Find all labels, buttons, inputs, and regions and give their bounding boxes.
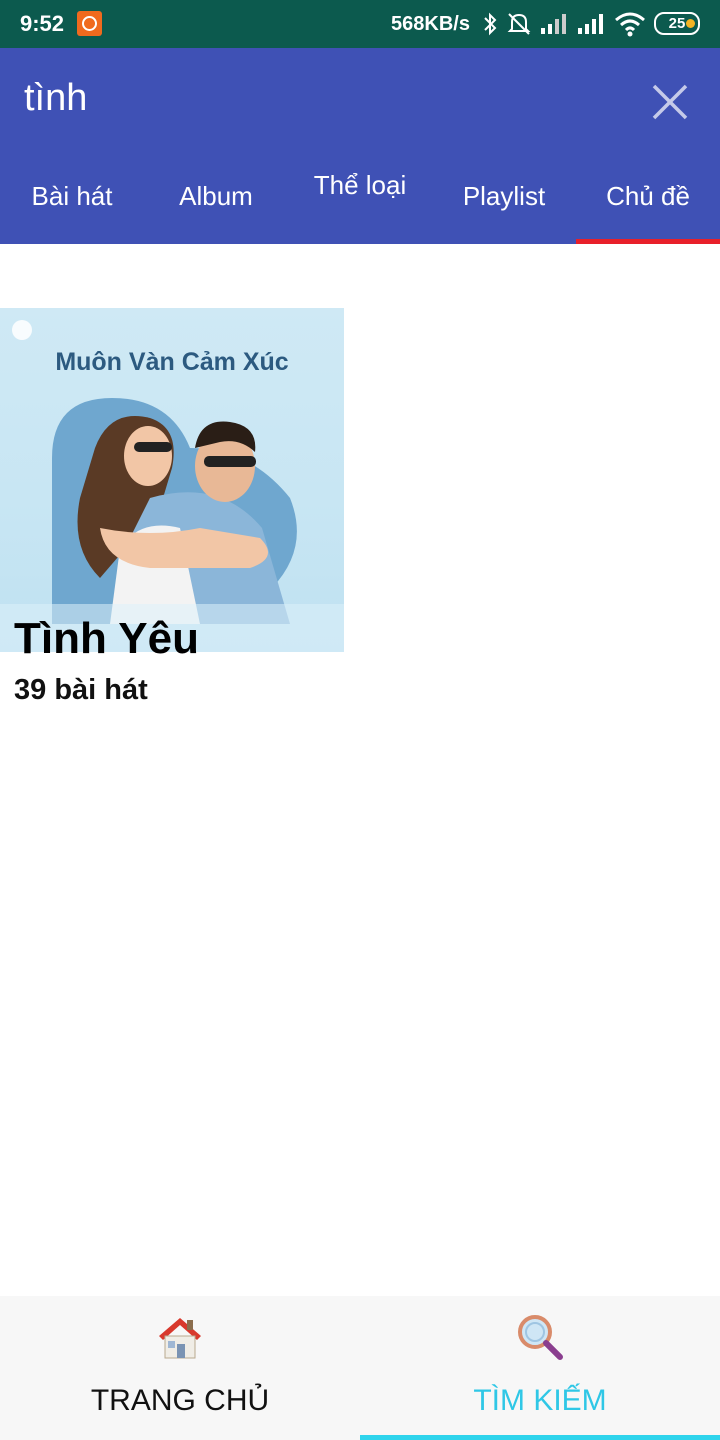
network-speed: 568KB/s xyxy=(391,13,470,35)
topic-cover-image: Muôn Vàn Cảm Xúc xyxy=(0,308,344,652)
nav-search-label: TÌM KIẾM xyxy=(473,1384,607,1417)
search-header: tình Bài hát Album Thể loại Playlist Chủ… xyxy=(0,48,720,244)
status-bar: 9:52 568KB/s 25 xyxy=(0,0,720,48)
nav-home-label: TRANG CHỦ xyxy=(90,1384,270,1417)
tab-label: Thể loại xyxy=(313,170,407,200)
nav-active-indicator xyxy=(360,1435,720,1440)
tab-label: Album xyxy=(179,181,253,211)
tab-songs[interactable]: Bài hát xyxy=(0,156,144,244)
bottom-navigation: TRANG CHỦ TÌM KIẾM xyxy=(0,1296,720,1440)
mute-bell-icon xyxy=(507,13,531,35)
cover-title: Muôn Vàn Cảm Xúc xyxy=(55,348,289,376)
status-time: 9:52 xyxy=(20,11,65,36)
topic-song-count: 39 bài hát xyxy=(14,674,148,706)
tab-album[interactable]: Album xyxy=(144,156,288,244)
battery-icon: 25 xyxy=(654,12,700,35)
tab-bar: Bài hát Album Thể loại Playlist Chủ đề xyxy=(0,156,720,244)
nav-search-button[interactable]: TÌM KIẾM xyxy=(360,1296,720,1440)
tab-label: Bài hát xyxy=(31,181,113,211)
brand-logo-icon xyxy=(12,320,32,340)
nav-home-button[interactable]: TRANG CHỦ xyxy=(0,1296,360,1440)
tab-playlist[interactable]: Playlist xyxy=(432,156,576,244)
close-icon xyxy=(652,84,688,120)
signal-icon-2 xyxy=(578,14,603,34)
tab-label: Chủ đề xyxy=(606,181,690,211)
tab-active-indicator xyxy=(576,239,720,244)
tab-label: Playlist xyxy=(462,181,546,211)
tab-topic[interactable]: Chủ đề xyxy=(576,156,720,244)
app-notification-icon xyxy=(77,11,102,36)
home-icon xyxy=(159,1318,201,1359)
bluetooth-icon xyxy=(484,12,497,36)
magnifier-icon xyxy=(518,1315,563,1360)
battery-level: 25 xyxy=(668,15,686,32)
wifi-icon xyxy=(615,12,645,37)
topic-card[interactable]: Muôn Vàn Cảm Xúc Tình Yêu 39 bài hát xyxy=(0,308,344,706)
signal-icon xyxy=(541,14,566,34)
tab-genre[interactable]: Thể loại xyxy=(312,156,408,244)
search-input[interactable]: tình xyxy=(24,77,87,120)
topic-title: Tình Yêu xyxy=(14,614,199,660)
close-button[interactable] xyxy=(648,80,692,124)
